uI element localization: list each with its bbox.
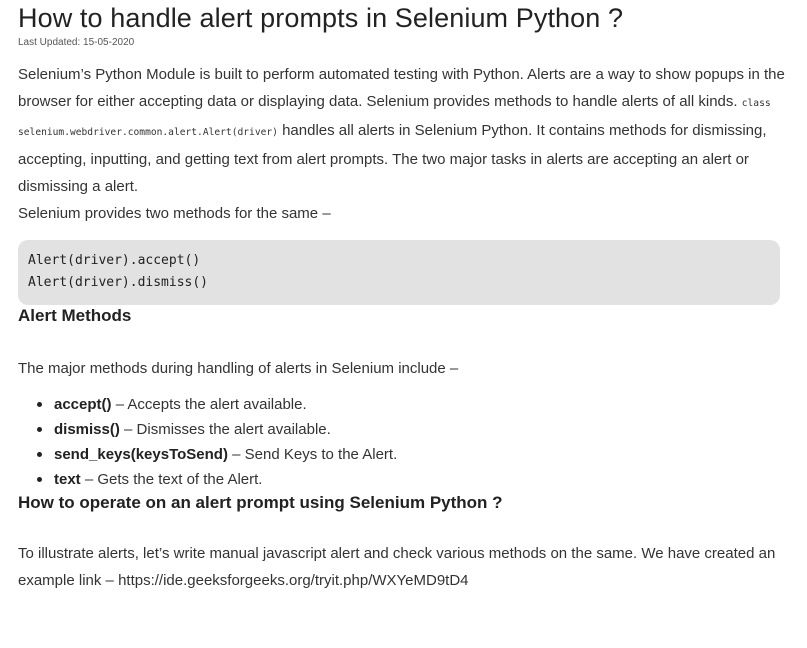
methods-list: accept() – Accepts the alert available. … xyxy=(18,392,788,492)
section-heading-operate-alert: How to operate on an alert prompt using … xyxy=(18,493,503,512)
intro-text-3: Selenium provides two methods for the sa… xyxy=(18,205,331,222)
intro-paragraph: Selenium’s Python Module is built to per… xyxy=(18,61,788,227)
method-desc: – Accepts the alert available. xyxy=(111,396,307,413)
method-name: text xyxy=(54,471,81,488)
method-name: send_keys(keysToSend) xyxy=(54,446,228,463)
methods-intro-paragraph: The major methods during handling of ale… xyxy=(18,360,459,377)
last-updated-date: Last Updated: 15-05-2020 xyxy=(18,37,135,48)
intro-text-1: Selenium’s Python Module is built to per… xyxy=(18,66,785,110)
list-item: dismiss() – Dismisses the alert availabl… xyxy=(37,417,788,442)
page-title: How to handle alert prompts in Selenium … xyxy=(18,3,624,33)
method-desc: – Send Keys to the Alert. xyxy=(227,446,398,463)
illustrate-paragraph: To illustrate alerts, let’s write manual… xyxy=(18,540,788,594)
code-block[interactable]: Alert(driver).accept() Alert(driver).dis… xyxy=(18,240,780,305)
list-item: text – Gets the text of the Alert. xyxy=(37,467,788,492)
method-name: dismiss() xyxy=(54,421,120,438)
list-item: send_keys(keysToSend) – Send Keys to the… xyxy=(37,442,788,467)
method-name: accept() xyxy=(54,396,112,413)
example-link[interactable]: https://ide.geeksforgeeks.org/tryit.php/… xyxy=(118,572,468,589)
code-line-accept: Alert(driver).accept() xyxy=(28,253,201,268)
list-item: accept() – Accepts the alert available. xyxy=(37,392,788,417)
method-desc: – Gets the text of the Alert. xyxy=(80,471,263,488)
section-heading-alert-methods: Alert Methods xyxy=(18,306,132,325)
method-desc: – Dismisses the alert available. xyxy=(119,421,331,438)
article: How to handle alert prompts in Selenium … xyxy=(18,0,788,594)
code-line-dismiss: Alert(driver).dismiss() xyxy=(28,275,209,290)
